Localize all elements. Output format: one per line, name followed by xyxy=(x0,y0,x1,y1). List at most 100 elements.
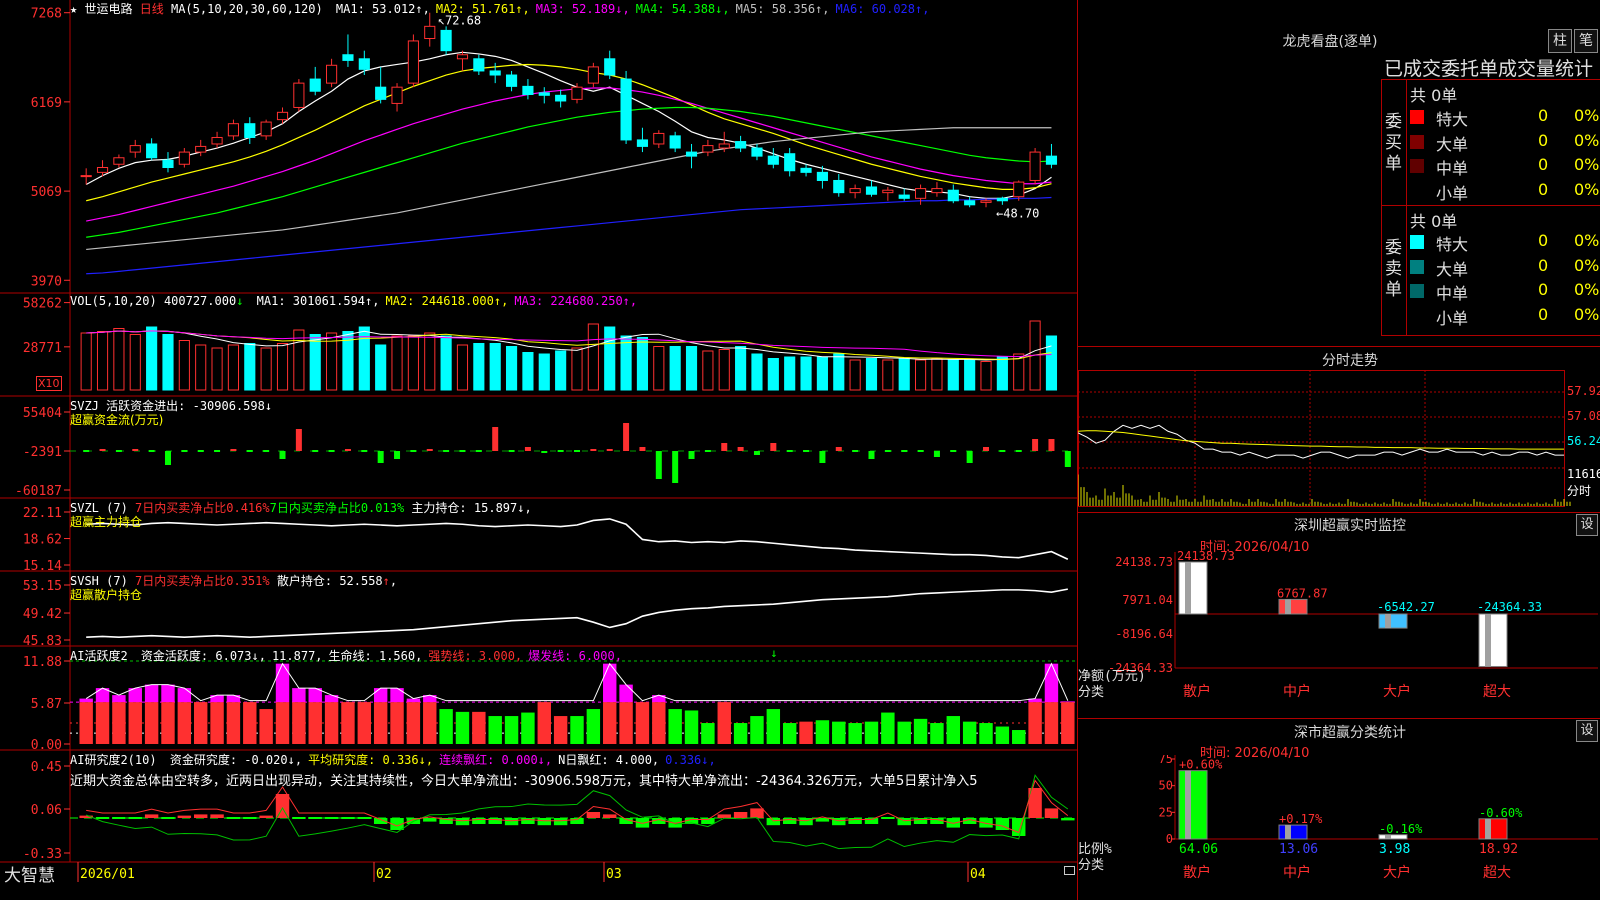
ai-active-value-4: 强势线: 3.000, xyxy=(428,649,523,663)
low-price-mark: ←48.70 xyxy=(996,206,1039,220)
ai-research-value-4: N日飘红: 4.000, xyxy=(558,753,660,767)
category-category-label: 散户 xyxy=(1183,864,1211,881)
svzj-bar xyxy=(295,429,302,451)
volume-bar xyxy=(146,326,158,391)
category-category-label: 超大 xyxy=(1483,865,1511,881)
bar-mode-button[interactable]: 柱 xyxy=(1548,29,1572,53)
candle-body xyxy=(1045,155,1058,165)
tick-mode-button[interactable]: 笔 xyxy=(1574,29,1598,53)
ai-active-bar xyxy=(1012,730,1026,744)
y-tick-label: 45.83 xyxy=(23,634,62,649)
ai-active-bar xyxy=(144,702,159,744)
svzj-bar xyxy=(181,450,188,452)
buy-row-swatch xyxy=(1410,110,1424,124)
charts-svg[interactable]: 7268616950693970↖72.68←48.70582622877155… xyxy=(0,0,1078,882)
ai-active-bar xyxy=(259,709,273,744)
y-tick-label: 55404 xyxy=(23,406,62,421)
svzj-bar xyxy=(655,451,662,479)
candle-body xyxy=(685,151,698,157)
x-tick-label: 2026/01 xyxy=(80,867,135,882)
svzj-bar xyxy=(492,427,499,451)
candle-body xyxy=(702,145,714,153)
ai-active-bar xyxy=(193,702,208,744)
svzj-bar xyxy=(344,449,351,451)
ai-active-bar xyxy=(668,709,682,744)
ai-active-bar xyxy=(472,711,486,744)
monitor-y-label: 7971.04 xyxy=(1122,593,1173,607)
ai-active-bar xyxy=(717,702,731,744)
volume-bar xyxy=(636,337,649,391)
candle-body xyxy=(276,111,289,121)
sz-monitor-settings-button[interactable]: 设 xyxy=(1576,514,1598,536)
monitor-value-label: 24138.73 xyxy=(1177,549,1235,563)
ai-research-bar xyxy=(144,814,159,818)
ai-active-bar-top xyxy=(652,695,666,703)
svzj-bar xyxy=(99,449,106,451)
category-value-label: 13.06 xyxy=(1279,842,1318,857)
ai-active-bar-top xyxy=(1061,701,1075,703)
svzl-value: 15.897 xyxy=(473,501,518,515)
buy-row-count: 0 xyxy=(1538,179,1549,199)
svzj-bar xyxy=(966,451,973,463)
volume-bar xyxy=(96,331,109,391)
candle-body xyxy=(522,85,534,95)
ai-research-bar xyxy=(913,818,928,824)
ai-research-bar xyxy=(832,818,846,826)
volume-bar xyxy=(571,347,583,391)
category-bar xyxy=(1278,824,1308,840)
favorite-star-icon[interactable]: ★ xyxy=(70,2,77,16)
volume-bar xyxy=(685,346,698,391)
volume-bar xyxy=(620,335,632,391)
candle-body xyxy=(735,141,747,149)
category-change-label: -0.60% xyxy=(1479,806,1523,820)
ai-active-bar-top xyxy=(373,688,388,703)
svzl-subtitle: 超赢主力持仓 xyxy=(70,515,143,529)
volume-bar xyxy=(375,344,387,391)
svzj-bar xyxy=(1032,439,1039,451)
ai-active-values: 资金活跃度: 6.073↓, 11.877, 生命线: 1.560, 强势线: 3.0… xyxy=(135,649,622,663)
ai-active-bar xyxy=(177,702,192,744)
svzj-bar xyxy=(721,443,728,451)
buy-row-name: 小单 xyxy=(1436,183,1469,203)
dt-inner-line xyxy=(1406,79,1407,335)
ai-active-bar xyxy=(504,716,519,744)
ai-active-bar xyxy=(864,721,879,744)
volume-bar xyxy=(669,346,681,391)
intraday-chart[interactable]: 57.92 57.08 56.24 11616 分时 xyxy=(1078,370,1600,510)
ai-active-bar-top xyxy=(324,695,339,703)
main-chart-area[interactable]: 7268 6169 5069 3970 ↖72.68 ←48.70 58262 28771 55… xyxy=(0,0,1078,882)
ai-active-bar xyxy=(390,702,404,744)
ai-research-name: AI研究度2(10) xyxy=(70,753,157,767)
ai-active-bar xyxy=(423,702,437,744)
vol-value: 400727.000 xyxy=(163,294,237,308)
ai-research-header: AI研究度2(10) 资金研究度: -0.020↓, 平均研究度: 0.336↓,… xyxy=(70,751,716,768)
buy-orders-label: 委买单 xyxy=(1385,112,1402,174)
sell-total: 共 0单 xyxy=(1410,212,1458,231)
candle-body xyxy=(964,200,976,206)
svzj-bar xyxy=(704,450,711,452)
candle-body xyxy=(178,151,190,165)
svzj-bar xyxy=(917,450,924,452)
volume-bar xyxy=(833,353,845,391)
volume-bar xyxy=(915,359,927,391)
candle-body xyxy=(129,145,141,153)
candle-body xyxy=(407,40,419,84)
ma-value-1: MA1: 53.012↑, xyxy=(335,2,430,16)
ai-research-bar xyxy=(782,818,797,824)
svzj-arrow: ↓ xyxy=(264,399,273,413)
sell-row-name: 中单 xyxy=(1436,284,1469,303)
ai-research-bar xyxy=(243,817,257,819)
sell-row-swatch xyxy=(1410,259,1424,274)
category-bar-shade xyxy=(1485,818,1491,839)
ai-research-bar xyxy=(423,818,437,822)
ai-research-bar xyxy=(946,818,961,828)
ai-research-bar xyxy=(324,817,339,819)
sz-category-settings-button[interactable]: 设 xyxy=(1576,720,1598,742)
svzl-arrow: ↓ xyxy=(517,501,525,515)
candle-body xyxy=(653,132,665,145)
ai-research-value-5: 0.336↓, xyxy=(665,753,716,767)
volume-bar xyxy=(538,353,550,391)
period-label[interactable]: 日线 xyxy=(140,2,164,16)
lock-icon[interactable] xyxy=(1064,866,1075,875)
volume-bar xyxy=(293,329,305,391)
